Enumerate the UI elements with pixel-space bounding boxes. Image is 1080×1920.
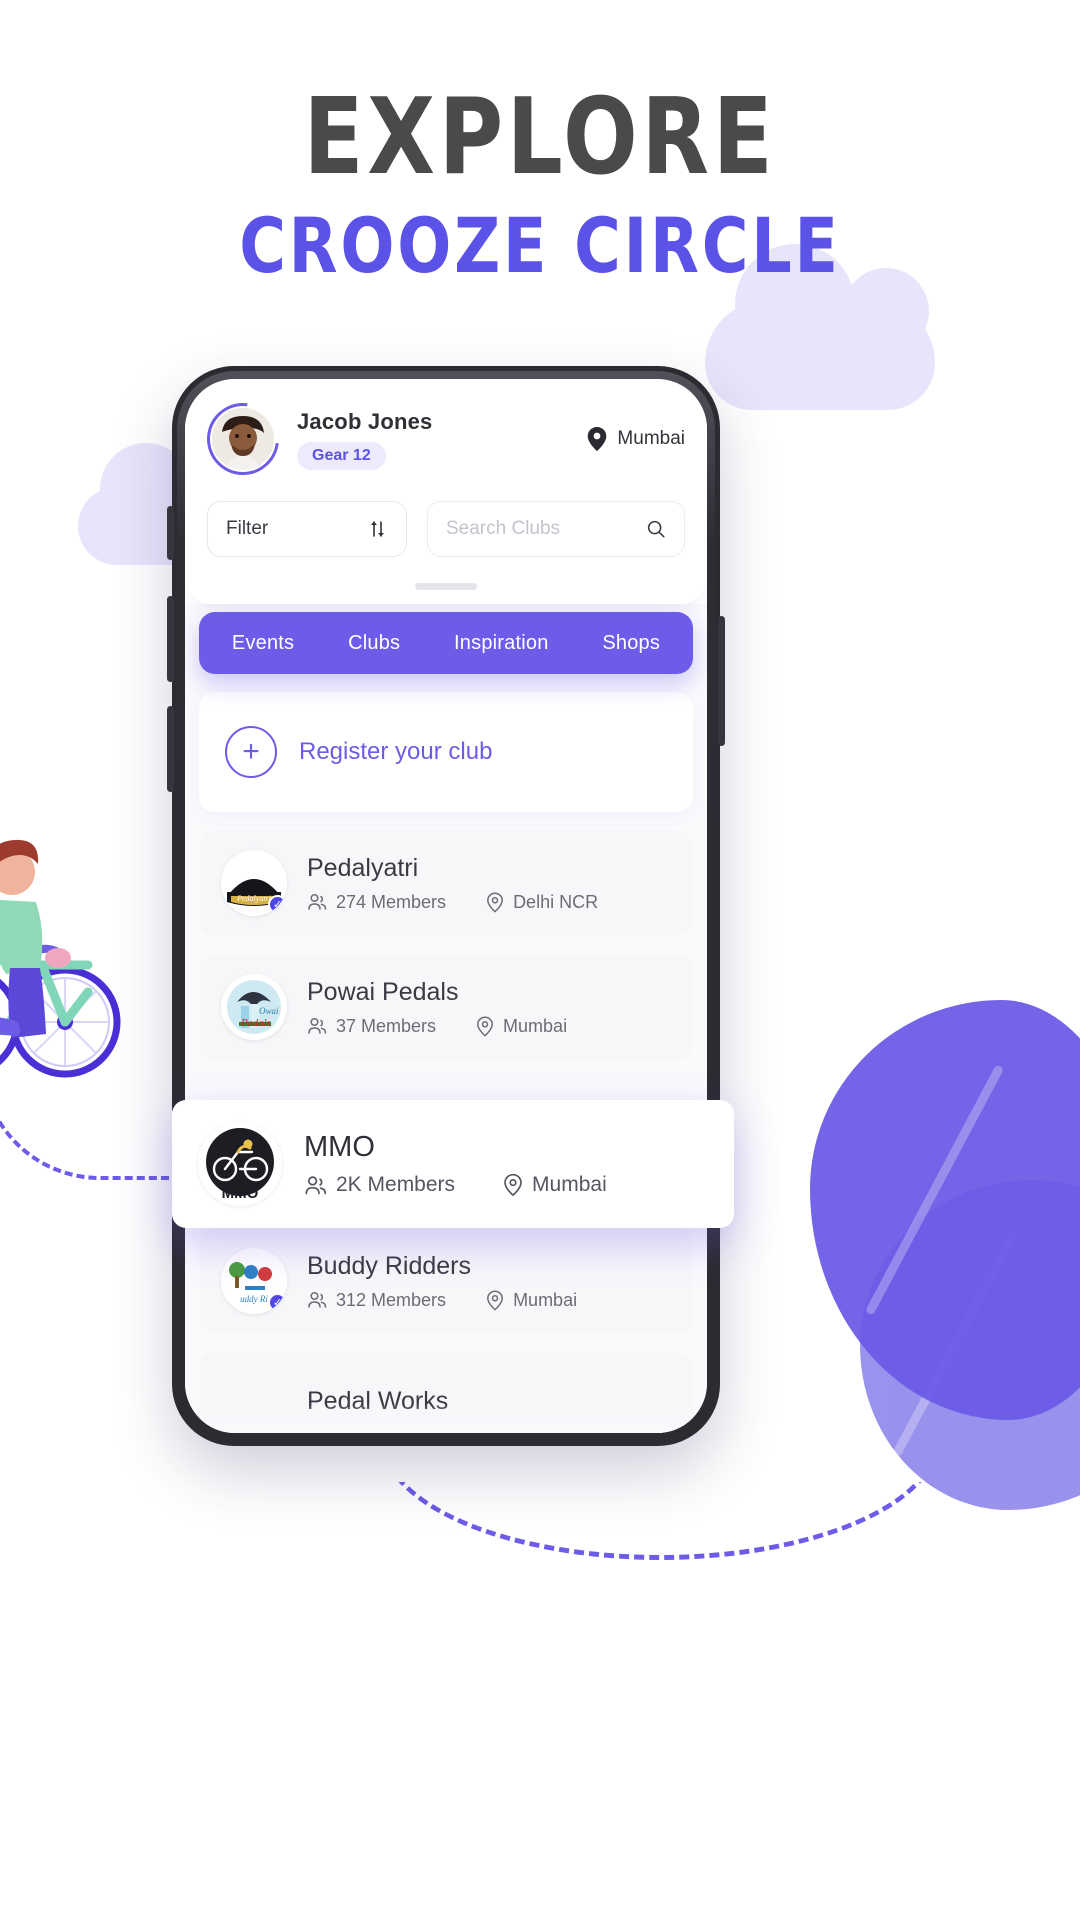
powai-pedals-logo-icon: Owai Pedals	[221, 974, 287, 1040]
table-row[interactable]: Owai Pedals Powai Pedals 37 Members Mumb…	[199, 954, 693, 1060]
club-members-label: 312 Members	[336, 1289, 447, 1310]
list-bottom-fade	[185, 1404, 707, 1433]
plus-icon: +	[225, 726, 277, 778]
map-pin-icon	[487, 891, 504, 913]
club-info: Buddy Ridders 312 Members Mumbai	[307, 1252, 671, 1311]
club-meta: 274 Members Delhi NCR	[307, 892, 671, 913]
sheet-drag-handle[interactable]	[415, 583, 477, 590]
cyclist-illustration	[0, 839, 121, 1078]
svg-text:uddy Ri: uddy Ri	[240, 1294, 268, 1304]
tab-events[interactable]: Events	[232, 632, 294, 655]
club-location: Mumbai	[486, 1290, 577, 1311]
dashed-path-bottom	[380, 1482, 940, 1560]
phone-button-mute	[167, 506, 174, 560]
table-row[interactable]: uddy Ri ✓ Buddy Ridders 312 Members Mumb…	[199, 1228, 693, 1334]
club-location: Mumbai	[503, 1173, 607, 1197]
phone-button-power	[718, 616, 725, 746]
svg-text:Owai: Owai	[259, 1006, 279, 1016]
page-subtitle: CROOZE CIRCLE	[239, 201, 841, 290]
tools-row: Filter	[207, 501, 685, 583]
club-name: Powai Pedals	[307, 977, 459, 1006]
club-name: Buddy Ridders	[307, 1251, 471, 1280]
club-info: MMO 2K Members Mumbai	[304, 1131, 708, 1197]
tab-clubs[interactable]: Clubs	[348, 632, 400, 655]
mmo-logo: MMO	[198, 1122, 282, 1206]
map-pin-icon	[487, 1289, 504, 1311]
club-members-label: 274 Members	[336, 891, 447, 912]
search-input[interactable]	[446, 518, 646, 540]
club-location-label: Mumbai	[513, 1289, 578, 1310]
search-box[interactable]	[427, 501, 685, 557]
club-members: 2K Members	[304, 1173, 455, 1197]
filter-label: Filter	[226, 518, 269, 539]
club-location: Delhi NCR	[486, 892, 598, 913]
profile-row: Jacob Jones Gear 12 Mumbai	[192, 388, 685, 490]
club-location: Mumbai	[476, 1016, 567, 1037]
pedalyatri-logo: Pedalyatri ✓	[221, 850, 287, 916]
cloud-shape-right	[705, 244, 935, 410]
search-icon[interactable]	[646, 518, 666, 540]
svg-text:Pedalyatri: Pedalyatri	[236, 894, 271, 903]
club-name: MMO	[304, 1131, 375, 1163]
club-members: 312 Members	[307, 1290, 446, 1311]
page-title: EXPLORE	[303, 76, 777, 198]
table-row[interactable]: Pedalyatri ✓ Pedalyatri 274 Members Delh…	[199, 830, 693, 936]
people-icon	[308, 893, 327, 910]
filter-button[interactable]: Filter	[207, 501, 407, 557]
svg-text:MMO: MMO	[222, 1185, 259, 1202]
club-meta: 37 Members Mumbai	[307, 1016, 671, 1037]
phone-button-volume-down	[167, 706, 174, 792]
people-icon	[308, 1017, 327, 1034]
club-location-label: Mumbai	[503, 1015, 568, 1036]
club-list: + Register your club Pedalyatri ✓ Pedaly…	[185, 674, 707, 1433]
poster-heading-group: EXPLORE CROOZE CIRCLE	[0, 85, 1080, 284]
purple-blob-dark	[810, 1000, 1080, 1420]
register-club-label: Register your club	[299, 738, 493, 765]
tab-bar: Events Clubs Inspiration Shops	[199, 612, 693, 674]
powai-pedals-logo: Owai Pedals	[221, 974, 287, 1040]
club-meta: 2K Members Mumbai	[304, 1173, 708, 1197]
svg-text:Pedals: Pedals	[240, 1017, 271, 1029]
map-pin-icon	[504, 1173, 522, 1197]
club-location-label: Mumbai	[532, 1173, 607, 1196]
mmo-logo-icon: MMO	[198, 1122, 282, 1206]
club-members: 37 Members	[307, 1016, 436, 1037]
buddy-ridders-logo: uddy Ri ✓	[221, 1248, 287, 1314]
sliders-icon	[371, 521, 384, 537]
phone-button-volume-up	[167, 596, 174, 682]
app-header: Jacob Jones Gear 12 Mumbai Filter	[185, 379, 707, 604]
highlighted-club-card[interactable]: MMO MMO 2K Members Mumbai	[172, 1100, 734, 1228]
tab-shops[interactable]: Shops	[602, 632, 660, 655]
phone-mockup: Jacob Jones Gear 12 Mumbai Filter Search…	[167, 366, 725, 1446]
club-info: Powai Pedals 37 Members Mumbai	[307, 978, 671, 1037]
avatar-image	[212, 408, 274, 470]
club-info: Pedalyatri 274 Members Delhi NCR	[307, 854, 671, 913]
club-members-label: 2K Members	[336, 1173, 456, 1196]
club-members: 274 Members	[307, 892, 446, 913]
people-icon	[305, 1175, 327, 1194]
gear-badge: Gear 12	[297, 441, 386, 470]
app-body: Events Clubs Inspiration Shops + Registe…	[185, 604, 707, 1433]
club-name: Pedalyatri	[307, 853, 419, 882]
map-pin-icon	[477, 1015, 493, 1037]
club-location-label: Delhi NCR	[513, 891, 599, 912]
map-pin-icon	[588, 427, 607, 451]
verified-badge-icon: ✓	[268, 895, 287, 914]
register-club-button[interactable]: + Register your club	[199, 692, 693, 812]
purple-blob-light	[860, 1180, 1080, 1510]
verified-badge-icon: ✓	[268, 1293, 287, 1312]
avatar-photo-icon	[212, 408, 274, 470]
club-meta: 312 Members Mumbai	[307, 1290, 671, 1311]
phone-screen: Jacob Jones Gear 12 Mumbai Filter Search…	[185, 379, 707, 1433]
avatar[interactable]	[192, 388, 294, 490]
location-label: Mumbai	[617, 428, 685, 449]
location-selector[interactable]: Mumbai	[586, 426, 685, 452]
user-name: Jacob Jones	[297, 408, 433, 434]
club-members-label: 37 Members	[336, 1015, 437, 1036]
tab-inspiration[interactable]: Inspiration	[454, 632, 548, 655]
profile-name-block: Jacob Jones Gear 12	[297, 409, 568, 470]
people-icon	[308, 1291, 327, 1308]
